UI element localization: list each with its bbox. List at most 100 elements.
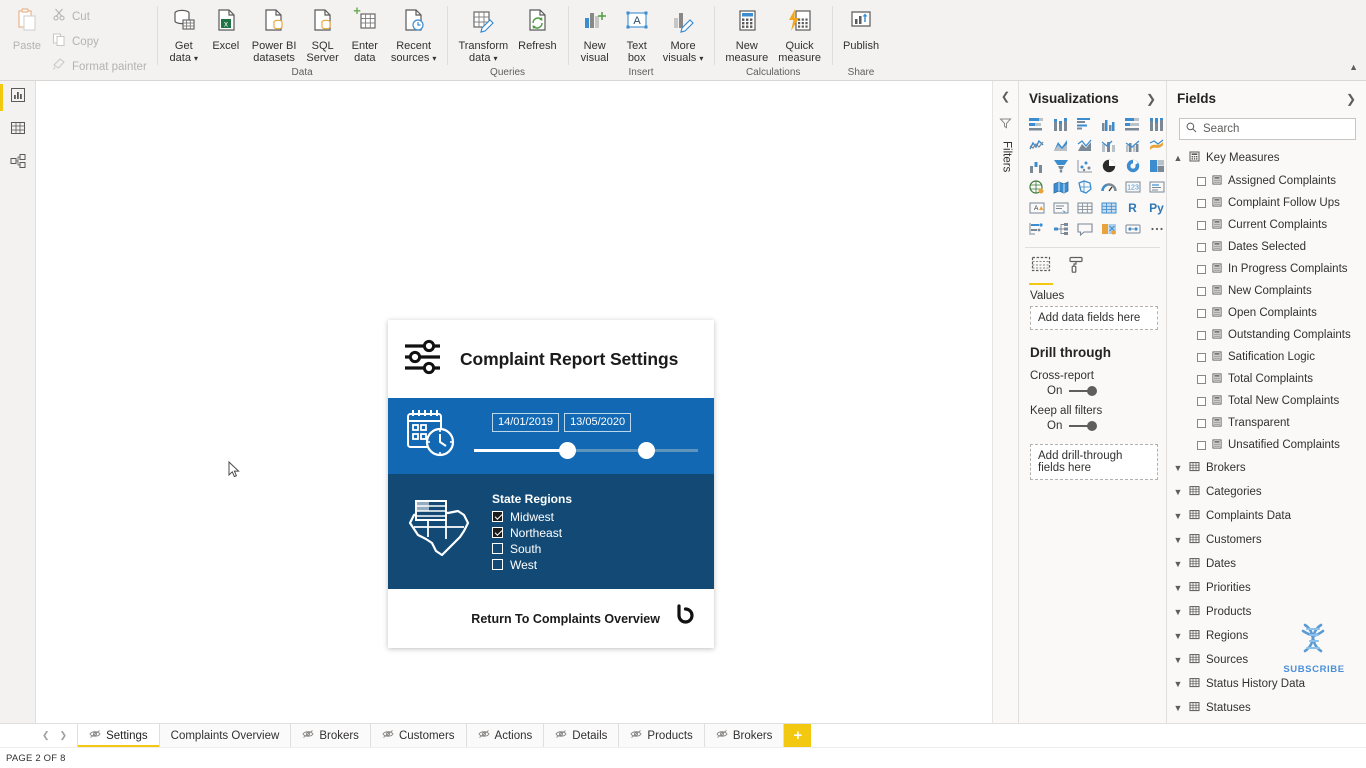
- viz-qa-visual[interactable]: [1073, 219, 1096, 239]
- get-data-button[interactable]: Get data ▾: [163, 2, 205, 65]
- field-checkbox[interactable]: [1197, 287, 1206, 296]
- field-item-measure[interactable]: Complaint Follow Ups: [1167, 192, 1366, 214]
- field-item-measure[interactable]: Dates Selected: [1167, 236, 1366, 258]
- viz-line-clustered-column-chart[interactable]: [1121, 135, 1144, 155]
- viz-funnel-chart[interactable]: [1049, 156, 1072, 176]
- viz-table[interactable]: [1073, 198, 1096, 218]
- viz-stacked-bar-chart[interactable]: [1025, 114, 1048, 134]
- viz-area-chart[interactable]: [1049, 135, 1072, 155]
- field-item-measure[interactable]: Transparent: [1167, 412, 1366, 434]
- viz-multi-row-card[interactable]: [1145, 177, 1168, 197]
- chevron-down-icon[interactable]: ▼: [1173, 703, 1183, 713]
- field-checkbox[interactable]: [1197, 441, 1206, 450]
- viz-waterfall-chart[interactable]: [1025, 156, 1048, 176]
- paste-button[interactable]: Paste: [6, 2, 48, 52]
- date-range-slider[interactable]: [470, 441, 702, 459]
- slider-knob-start[interactable]: [559, 442, 576, 459]
- refresh-button[interactable]: Refresh: [513, 2, 562, 52]
- drill-through-dropzone[interactable]: Add drill-through fields here: [1030, 444, 1158, 480]
- chevron-right-icon[interactable]: ❯: [1346, 92, 1356, 106]
- viz-smart-narrative[interactable]: [1097, 219, 1120, 239]
- sidebar-item-report-view[interactable]: [0, 81, 36, 114]
- field-group-table[interactable]: ▼Brokers: [1167, 456, 1366, 480]
- powerbi-datasets-button[interactable]: Power BI datasets: [247, 2, 302, 64]
- field-checkbox[interactable]: [1197, 309, 1206, 318]
- chevron-down-icon[interactable]: ▼: [1173, 487, 1183, 497]
- field-checkbox[interactable]: [1197, 221, 1206, 230]
- chevron-down-icon[interactable]: ▼: [1173, 607, 1183, 617]
- chevron-down-icon[interactable]: ▼: [1173, 559, 1183, 569]
- field-group-table[interactable]: ▼Priorities: [1167, 576, 1366, 600]
- sql-server-button[interactable]: SQL Server: [301, 2, 343, 64]
- page-tab-details[interactable]: Details: [544, 724, 619, 747]
- viz-key-influencers[interactable]: [1025, 219, 1048, 239]
- checkbox-west[interactable]: [492, 559, 503, 570]
- region-option-midwest[interactable]: Midwest: [492, 510, 572, 524]
- field-group-table[interactable]: ▼Status History Data: [1167, 672, 1366, 696]
- tab-fields-well[interactable]: [1031, 256, 1051, 285]
- page-tab-brokers[interactable]: Brokers: [291, 724, 371, 747]
- text-box-button[interactable]: A Text box: [616, 2, 658, 64]
- field-checkbox[interactable]: [1197, 353, 1206, 362]
- chevron-right-icon[interactable]: ❯: [1146, 92, 1156, 106]
- report-canvas[interactable]: Complaint Report Settings: [36, 81, 993, 723]
- viz-clustered-bar-chart[interactable]: [1073, 114, 1096, 134]
- filters-pane-collapsed[interactable]: ❮ Filters: [993, 81, 1019, 723]
- region-option-south[interactable]: South: [492, 542, 572, 556]
- viz-ribbon-chart[interactable]: [1145, 135, 1168, 155]
- field-item-measure[interactable]: Unsatified Complaints: [1167, 434, 1366, 456]
- sidebar-item-model-view[interactable]: [0, 147, 36, 180]
- field-group-table[interactable]: ▼Customers: [1167, 528, 1366, 552]
- viz-clustered-column-chart[interactable]: [1097, 114, 1120, 134]
- values-dropzone[interactable]: Add data fields here: [1030, 306, 1158, 330]
- date-end-input[interactable]: 13/05/2020: [564, 413, 631, 432]
- field-item-measure[interactable]: Satification Logic: [1167, 346, 1366, 368]
- field-group-table[interactable]: ▼Regions: [1167, 624, 1366, 648]
- viz-decomposition-tree[interactable]: [1049, 219, 1072, 239]
- add-page-button[interactable]: +: [784, 724, 811, 747]
- tab-format[interactable]: [1067, 256, 1085, 285]
- viz-slicer[interactable]: [1049, 198, 1072, 218]
- field-item-measure[interactable]: Total New Complaints: [1167, 390, 1366, 412]
- chevron-down-icon[interactable]: ▼: [1173, 463, 1183, 473]
- collapse-ribbon-button[interactable]: ▲: [1349, 62, 1358, 72]
- recent-sources-button[interactable]: Recent sources ▾: [386, 2, 442, 65]
- field-checkbox[interactable]: [1197, 265, 1206, 274]
- viz-line-chart[interactable]: [1025, 135, 1048, 155]
- copy-button[interactable]: Copy: [48, 29, 151, 54]
- field-group-table[interactable]: ▼Dates: [1167, 552, 1366, 576]
- field-group-table[interactable]: ▼Sources: [1167, 648, 1366, 672]
- chevron-down-icon[interactable]: ▼: [1173, 535, 1183, 545]
- viz-line-stacked-column-chart[interactable]: [1097, 135, 1120, 155]
- cross-report-toggle-row[interactable]: On: [1019, 385, 1166, 397]
- field-group-key-measures[interactable]: ▲ Key Measures: [1167, 146, 1366, 170]
- slider-knob-end[interactable]: [638, 442, 655, 459]
- checkbox-midwest[interactable]: [492, 511, 503, 522]
- quick-measure-button[interactable]: Quick measure: [773, 2, 826, 64]
- region-option-northeast[interactable]: Northeast: [492, 526, 572, 540]
- viz-shape-map[interactable]: [1073, 177, 1096, 197]
- cross-report-toggle[interactable]: [1069, 386, 1097, 396]
- field-item-measure[interactable]: New Complaints: [1167, 280, 1366, 302]
- keep-all-filters-toggle-row[interactable]: On: [1019, 420, 1166, 432]
- field-item-measure[interactable]: Outstanding Complaints: [1167, 324, 1366, 346]
- search-input[interactable]: Search: [1179, 118, 1356, 140]
- chevron-down-icon[interactable]: ▼: [1173, 631, 1183, 641]
- region-option-west[interactable]: West: [492, 558, 572, 572]
- enter-data-button[interactable]: Enter data: [344, 2, 386, 64]
- cut-button[interactable]: Cut: [48, 4, 151, 29]
- prev-page-button[interactable]: ❮: [42, 730, 50, 741]
- viz-100-stacked-bar-chart[interactable]: [1121, 114, 1144, 134]
- keep-all-filters-toggle[interactable]: [1069, 421, 1097, 431]
- return-to-overview-button[interactable]: Return To Complaints Overview: [388, 589, 714, 648]
- field-checkbox[interactable]: [1197, 397, 1206, 406]
- viz-scatter-chart[interactable]: [1073, 156, 1096, 176]
- page-tab-products[interactable]: Products: [619, 724, 704, 747]
- field-checkbox[interactable]: [1197, 243, 1206, 252]
- field-item-measure[interactable]: Open Complaints: [1167, 302, 1366, 324]
- viz-r-script-visual[interactable]: R: [1121, 198, 1144, 218]
- field-item-measure[interactable]: In Progress Complaints: [1167, 258, 1366, 280]
- field-group-table[interactable]: ▼Products: [1167, 600, 1366, 624]
- format-painter-button[interactable]: Format painter: [48, 54, 151, 79]
- field-checkbox[interactable]: [1197, 375, 1206, 384]
